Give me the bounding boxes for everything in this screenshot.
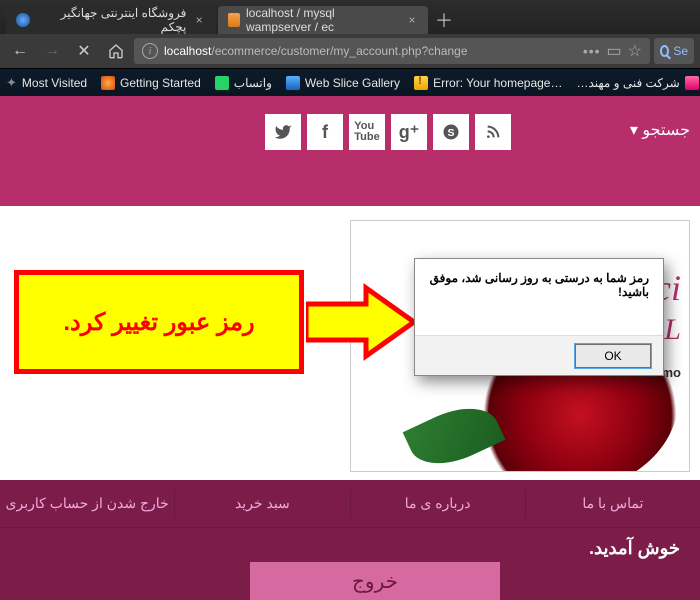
alert-dialog: رمز شما به درستی به روز رسانی شد، موفق ب… [414, 258, 664, 376]
forward-button[interactable]: → [38, 37, 66, 65]
svg-text:S: S [447, 127, 454, 139]
rss-icon[interactable] [475, 114, 511, 150]
tab-title: فروشگاه اینترنتی جهانگیر پچکم [36, 6, 187, 34]
ie-icon [286, 76, 300, 90]
bookmark-getting-started[interactable]: Getting Started [101, 76, 201, 90]
alert-message: رمز شما به درستی به روز رسانی شد، موفق ب… [415, 259, 663, 335]
wamp-icon [685, 76, 699, 90]
back-button[interactable]: ← [6, 37, 34, 65]
page-action-icon[interactable]: ••• [583, 43, 601, 59]
globe-icon [16, 13, 30, 27]
nav-cart[interactable]: سبد خرید [174, 489, 349, 518]
twitter-icon[interactable] [265, 114, 301, 150]
nav-logout-account[interactable]: خارج شدن از حساب کاربری [0, 489, 174, 518]
tab-bar: فروشگاه اینترنتی جهانگیر پچکم × localhos… [0, 0, 700, 34]
bookmark-star-icon[interactable]: ☆ [628, 41, 642, 61]
nav-row: تماس با ما درباره ی ما سبد خرید خارج شدن… [0, 480, 700, 528]
tab-title: localhost / mysql wampserver / ec [246, 6, 400, 34]
url-input[interactable]: i localhost/ecommerce/customer/my_accoun… [134, 38, 650, 64]
nav-contact[interactable]: تماس با ما [525, 489, 700, 518]
star-icon: ✦ [6, 75, 17, 91]
whatsapp-icon [215, 76, 229, 90]
new-tab-button[interactable]: ＋ [430, 6, 458, 34]
phpmyadmin-icon [228, 13, 240, 27]
annotation-text: رمز عبور تغییر کرد. [63, 308, 254, 337]
url-text: localhost/ecommerce/customer/my_account.… [164, 44, 577, 58]
info-icon[interactable]: i [142, 43, 158, 59]
facebook-icon[interactable]: f [307, 114, 343, 150]
search-toggle[interactable]: جستجو ▾ [630, 120, 690, 140]
youtube-icon[interactable]: YouTube [349, 114, 385, 150]
alert-button-row: OK [415, 335, 663, 375]
bookmark-company[interactable]: شرکت فنی و مهند… [576, 76, 698, 90]
bookmark-error-page[interactable]: Error: Your homepage… [414, 76, 562, 90]
reload-button[interactable]: ✕ [70, 37, 98, 65]
reader-icon[interactable]: ▭ [607, 41, 622, 61]
logout-button[interactable]: خروج [250, 562, 500, 600]
close-icon[interactable]: × [406, 13, 418, 27]
search-icon [660, 45, 669, 57]
welcome-text: خوش آمدید. [589, 538, 680, 559]
chevron-down-icon: ▾ [630, 122, 638, 139]
nav-about[interactable]: درباره ی ما [350, 489, 525, 518]
googleplus-icon[interactable]: g⁺ [391, 114, 427, 150]
search-box[interactable]: Se [654, 38, 694, 64]
search-placeholder: Se [673, 44, 688, 58]
firefox-icon [101, 76, 115, 90]
address-bar: ← → ✕ i localhost/ecommerce/customer/my_… [0, 34, 700, 68]
tab-localhost[interactable]: localhost / mysql wampserver / ec × [218, 6, 428, 34]
skype-icon[interactable]: S [433, 114, 469, 150]
bookmark-whatsapp[interactable]: واتساب [215, 76, 272, 90]
bookmark-web-slice[interactable]: Web Slice Gallery [286, 76, 400, 90]
bookmarks-bar: ✦Most Visited Getting Started واتساب Web… [0, 68, 700, 96]
close-icon[interactable]: × [192, 13, 206, 27]
ok-button[interactable]: OK [575, 344, 651, 368]
warning-icon [414, 76, 428, 90]
site-header: f YouTube g⁺ S جستجو ▾ [0, 96, 700, 206]
bookmark-most-visited[interactable]: ✦Most Visited [6, 75, 87, 91]
social-row: f YouTube g⁺ S [265, 114, 511, 150]
home-button[interactable] [102, 37, 130, 65]
annotation-callout: رمز عبور تغییر کرد. [14, 270, 304, 374]
footer-nav: تماس با ما درباره ی ما سبد خرید خارج شدن… [0, 480, 700, 600]
tab-store[interactable]: فروشگاه اینترنتی جهانگیر پچکم × [6, 6, 216, 34]
